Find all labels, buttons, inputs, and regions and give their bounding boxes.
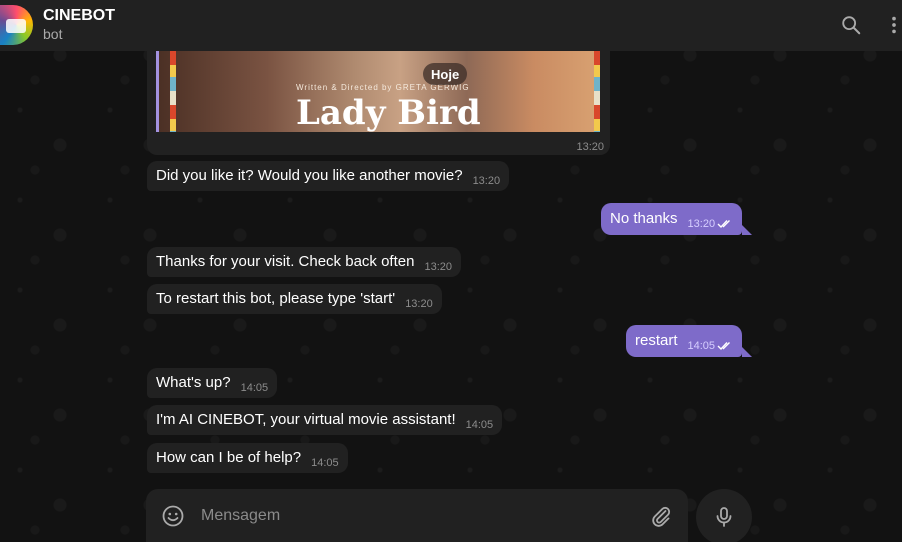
message-bubble-outgoing[interactable]: No thanks 13:20	[601, 203, 743, 235]
message-time: 13:20	[576, 141, 604, 153]
poster-stripe	[170, 51, 176, 132]
quote-bar	[156, 51, 159, 132]
message-text: To restart this bot, please type 'start'	[156, 290, 396, 307]
search-button[interactable]	[837, 11, 865, 39]
chat-subtitle: bot	[43, 26, 63, 42]
voice-message-button[interactable]	[696, 489, 752, 542]
more-vertical-icon	[892, 16, 896, 34]
attach-button[interactable]	[649, 504, 673, 528]
message-bubble-outgoing[interactable]: restart 14:05	[626, 325, 743, 357]
message-text: Thanks for your visit. Check back often	[156, 253, 415, 270]
poster-stripe	[594, 51, 600, 132]
more-button[interactable]	[880, 11, 902, 39]
message-text: I'm AI CINEBOT, your virtual movie assis…	[156, 411, 456, 428]
double-check-icon	[717, 341, 733, 351]
avatar[interactable]	[0, 5, 33, 45]
date-separator: Hoje	[423, 63, 468, 85]
message-time: 13:20	[472, 175, 501, 187]
message-time: 13:20	[424, 261, 452, 273]
message-time: 14:05	[240, 382, 269, 394]
movie-poster-image[interactable]: Written & Directed by GRETA GERWIG Lady …	[156, 51, 600, 132]
double-check-icon	[717, 219, 733, 229]
message-bubble-incoming[interactable]: What's up? 14:05	[147, 368, 278, 398]
chat-info[interactable]: CINEBOT bot	[43, 6, 115, 43]
message-composer	[146, 489, 688, 542]
message-bubble-incoming[interactable]: To restart this bot, please type 'start'…	[147, 284, 442, 314]
message-text: How can I be of help?	[156, 449, 302, 466]
message-text: What's up?	[156, 374, 231, 391]
message-time: 13:20	[687, 218, 716, 230]
message-text: restart	[635, 332, 678, 349]
chat-header: CINEBOT bot	[0, 0, 902, 51]
message-time: 14:05	[465, 419, 494, 431]
message-bubble-incoming[interactable]: Thanks for your visit. Check back often …	[147, 247, 461, 277]
message-text: No thanks	[610, 210, 678, 227]
image-message[interactable]: Written & Directed by GRETA GERWIG Lady …	[147, 51, 610, 155]
message-time: 14:05	[687, 340, 716, 352]
emoji-button[interactable]	[161, 504, 185, 528]
microphone-icon	[716, 507, 732, 527]
search-icon	[842, 16, 861, 35]
message-bubble-incoming[interactable]: How can I be of help? 14:05	[147, 443, 348, 473]
message-bubble-incoming[interactable]: I'm AI CINEBOT, your virtual movie assis…	[147, 405, 503, 435]
chat-title: CINEBOT	[43, 7, 115, 24]
bubble-tail	[742, 225, 752, 235]
message-list[interactable]: Written & Directed by GRETA GERWIG Lady …	[0, 51, 902, 486]
message-text: Did you like it? Would you like another …	[156, 167, 463, 184]
smile-icon	[162, 505, 184, 527]
message-input[interactable]	[201, 503, 621, 529]
poster-title: Lady Bird	[296, 93, 481, 132]
paperclip-icon	[652, 506, 671, 527]
message-time: 13:20	[405, 298, 433, 310]
bubble-tail	[742, 347, 752, 357]
message-time: 14:05	[311, 457, 339, 469]
message-bubble-incoming[interactable]: Did you like it? Would you like another …	[147, 161, 510, 191]
